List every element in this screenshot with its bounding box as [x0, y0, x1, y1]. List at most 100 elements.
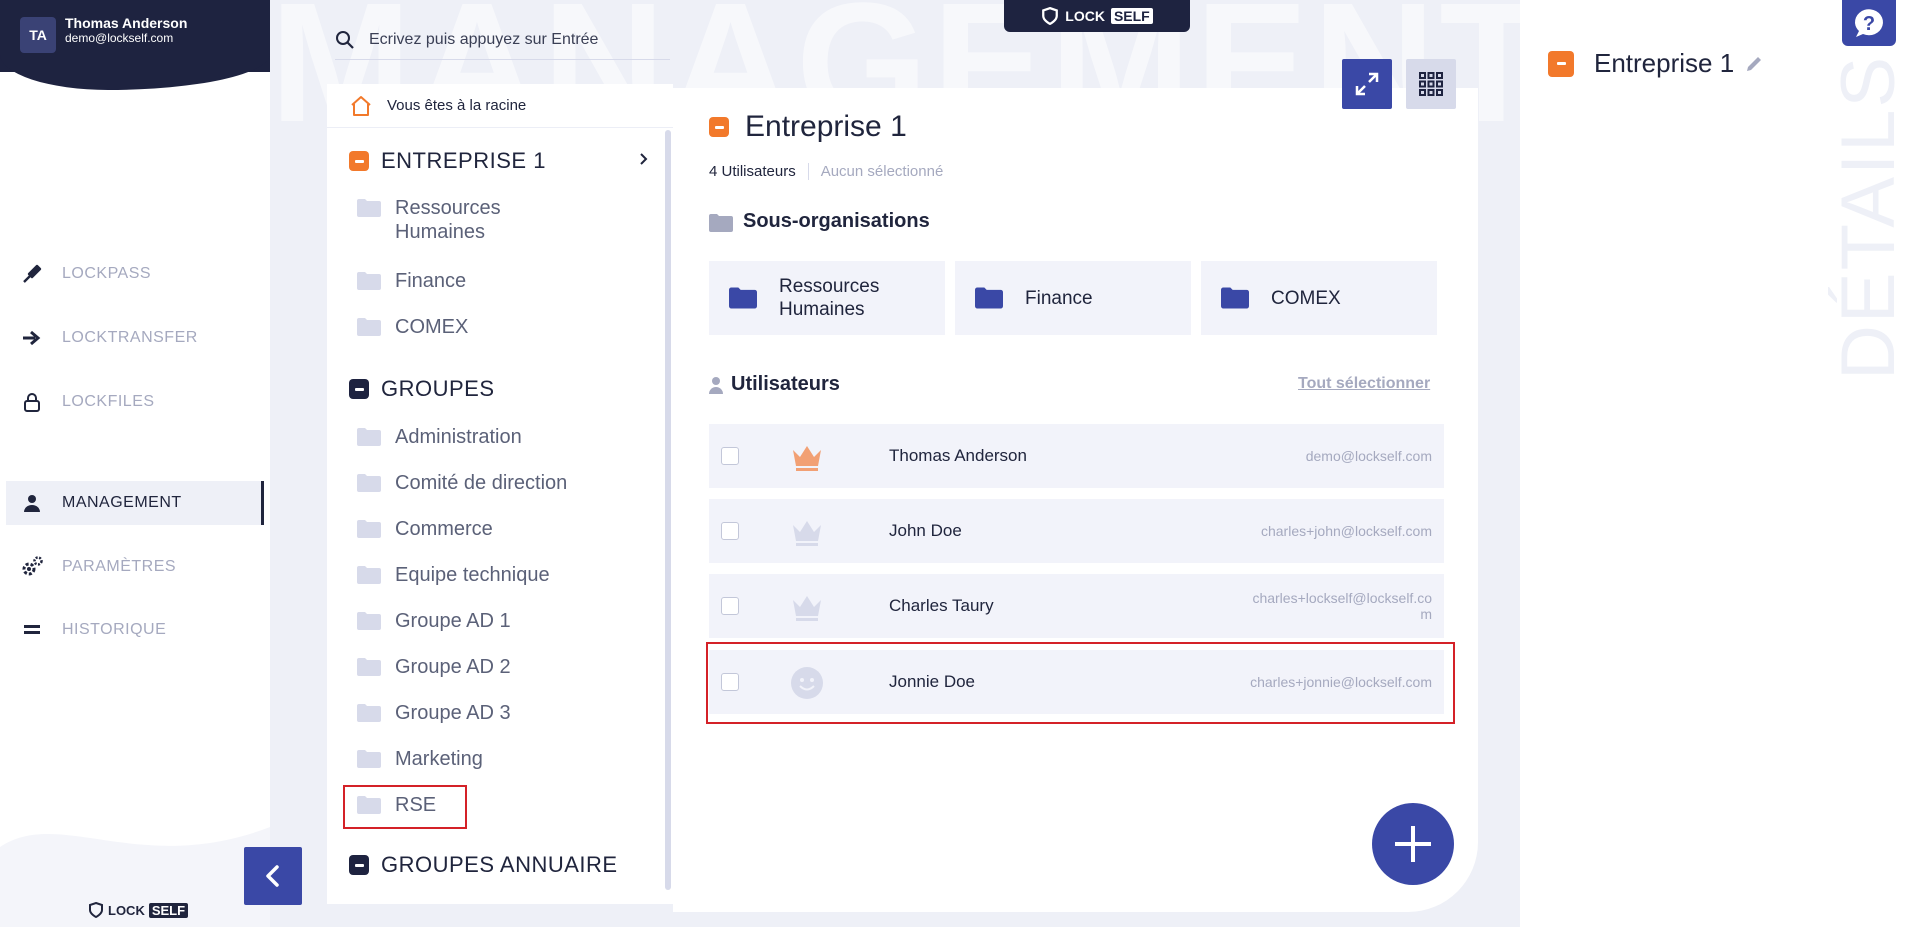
tree-item-group[interactable]: Equipe technique: [357, 563, 550, 587]
tree-item-label: Groupe AD 2: [395, 656, 511, 678]
avatar[interactable]: TA: [20, 17, 56, 53]
expand-button[interactable]: [1342, 59, 1392, 109]
sidebar: TA Thomas Anderson demo@lockself.com LOC…: [0, 0, 270, 927]
minus-square-icon: [349, 151, 369, 171]
tree-section-groupes-annuaire[interactable]: GROUPES ANNUAIRE: [349, 852, 618, 878]
tree-item-group[interactable]: Groupe AD 1: [357, 609, 511, 633]
user-name: Thomas Anderson: [65, 15, 188, 31]
collapse-sidebar-button[interactable]: [244, 847, 302, 905]
search-input[interactable]: [369, 30, 659, 49]
folder-icon: [357, 566, 381, 584]
breadcrumb[interactable]: Vous êtes à la racine: [327, 84, 673, 128]
logo-self-text: SELF: [148, 902, 189, 918]
sidebar-item-lockpass[interactable]: LOCKPASS: [6, 252, 264, 296]
tree-scrollbar[interactable]: [665, 130, 671, 890]
arrow-right-icon: [20, 326, 44, 350]
tree-item-label: Marketing: [395, 748, 483, 770]
top-logo: LOCK SELF: [1004, 0, 1190, 32]
organization-tree: Vous êtes à la racine ENTREPRISE 1 Resso…: [327, 84, 673, 904]
tree-item-label: Equipe technique: [395, 564, 550, 586]
user-name: John Doe: [889, 521, 962, 540]
tree-item-group[interactable]: Marketing: [357, 747, 483, 771]
tree-item-finance[interactable]: Finance: [357, 269, 466, 293]
suborg-card-label: Ressources Humaines: [779, 276, 880, 320]
svg-text:?: ?: [1863, 13, 1875, 35]
tree-item-group[interactable]: Commerce: [357, 517, 493, 541]
suborg-card[interactable]: Finance: [955, 261, 1191, 335]
user-icon: [20, 491, 44, 515]
folder-icon: [709, 214, 733, 232]
users-heading: Utilisateurs: [709, 373, 840, 396]
breadcrumb-label: Vous êtes à la racine: [387, 97, 527, 114]
folder-icon: [357, 520, 381, 538]
lockself-logo: LOCK SELF: [88, 902, 189, 918]
chevron-left-icon: [266, 865, 279, 887]
user-email: demo@lockself.com: [1305, 448, 1432, 464]
sidebar-item-label: HISTORIQUE: [62, 621, 167, 638]
crown-icon: [793, 596, 821, 621]
users-heading-label: Utilisateurs: [731, 373, 840, 395]
add-button[interactable]: [1372, 803, 1454, 885]
select-all-link[interactable]: Tout sélectionner: [1298, 375, 1430, 393]
suborg-card[interactable]: COMEX: [1201, 261, 1437, 335]
sidebar-item-historique[interactable]: HISTORIQUE: [6, 608, 264, 652]
folder-icon: [357, 428, 381, 446]
crown-icon: [793, 521, 821, 546]
sidebar-item-management[interactable]: MANAGEMENT: [6, 481, 264, 525]
minus-square-icon: [709, 117, 729, 137]
expand-arrows-icon: [1355, 72, 1379, 96]
user-icon: [709, 376, 723, 394]
suborgs-heading: Sous-organisations: [709, 210, 930, 233]
user-checkbox[interactable]: [721, 522, 739, 540]
details-panel: Entreprise 1 DÉTAILS: [1520, 0, 1920, 927]
highlight-box: [706, 642, 1455, 724]
crown-admin-icon: [793, 446, 821, 471]
user-checkbox[interactable]: [721, 597, 739, 615]
sidebar-item-lockfiles[interactable]: LOCKFILES: [6, 380, 264, 424]
tree-company-entreprise-1[interactable]: ENTREPRISE 1: [349, 148, 651, 174]
user-name: Thomas Anderson: [889, 446, 1027, 465]
tree-item-ressources-humaines[interactable]: Ressources Humaines: [357, 196, 545, 244]
minus-square-icon: [349, 379, 369, 399]
tree-item-label: Groupe AD 3: [395, 702, 511, 724]
tree-item-comex[interactable]: COMEX: [357, 315, 468, 339]
folder-icon: [357, 272, 381, 290]
folder-icon: [357, 750, 381, 768]
folder-icon: [357, 199, 381, 217]
user-row[interactable]: John Doe charles+john@lockself.com: [709, 499, 1444, 563]
user-checkbox[interactable]: [721, 447, 739, 465]
user-row[interactable]: Charles Taury charles+lockself@lockself.…: [709, 574, 1444, 638]
page-title-text: Entreprise 1: [745, 110, 907, 143]
user-email: charles+john@lockself.com: [1260, 523, 1432, 539]
details-vertical-label: DÉTAILS: [1826, 54, 1911, 380]
sidebar-item-parametres[interactable]: PARAMÈTRES: [6, 545, 264, 589]
folder-icon: [357, 658, 381, 676]
user-email: demo@lockself.com: [65, 31, 174, 45]
tree-item-group[interactable]: Comité de direction: [357, 471, 567, 495]
folder-icon: [729, 287, 757, 309]
folder-icon: [975, 287, 1003, 309]
page-title: Entreprise 1: [709, 110, 907, 144]
minus-square-icon: [349, 855, 369, 875]
lock-icon: [20, 390, 44, 414]
user-row[interactable]: Thomas Anderson demo@lockself.com: [709, 424, 1444, 488]
sidebar-item-locktransfer[interactable]: LOCKTRANSFER: [6, 316, 264, 360]
tree-section-label: GROUPES: [381, 376, 495, 401]
sidebar-item-label: PARAMÈTRES: [62, 558, 177, 575]
users-count: 4 Utilisateurs: [709, 163, 809, 180]
logo-self-text: SELF: [1110, 8, 1153, 24]
help-icon: ?: [1854, 9, 1883, 38]
help-button[interactable]: ?: [1842, 0, 1896, 46]
tree-item-group[interactable]: Groupe AD 2: [357, 655, 511, 679]
tree-item-group[interactable]: Groupe AD 3: [357, 701, 511, 725]
tree-item-label: Comité de direction: [395, 472, 568, 494]
edit-icon[interactable]: [1744, 54, 1764, 74]
sidebar-item-label: MANAGEMENT: [62, 494, 182, 511]
tree-item-group[interactable]: Administration: [357, 425, 522, 449]
sidebar-item-label: LOCKFILES: [62, 393, 155, 410]
suborg-card[interactable]: Ressources Humaines: [709, 261, 945, 335]
grid-view-button[interactable]: [1406, 59, 1456, 109]
suborg-card-label: Finance: [1025, 287, 1093, 309]
suborgs-heading-label: Sous-organisations: [743, 210, 930, 232]
tree-section-groupes[interactable]: GROUPES: [349, 376, 495, 402]
